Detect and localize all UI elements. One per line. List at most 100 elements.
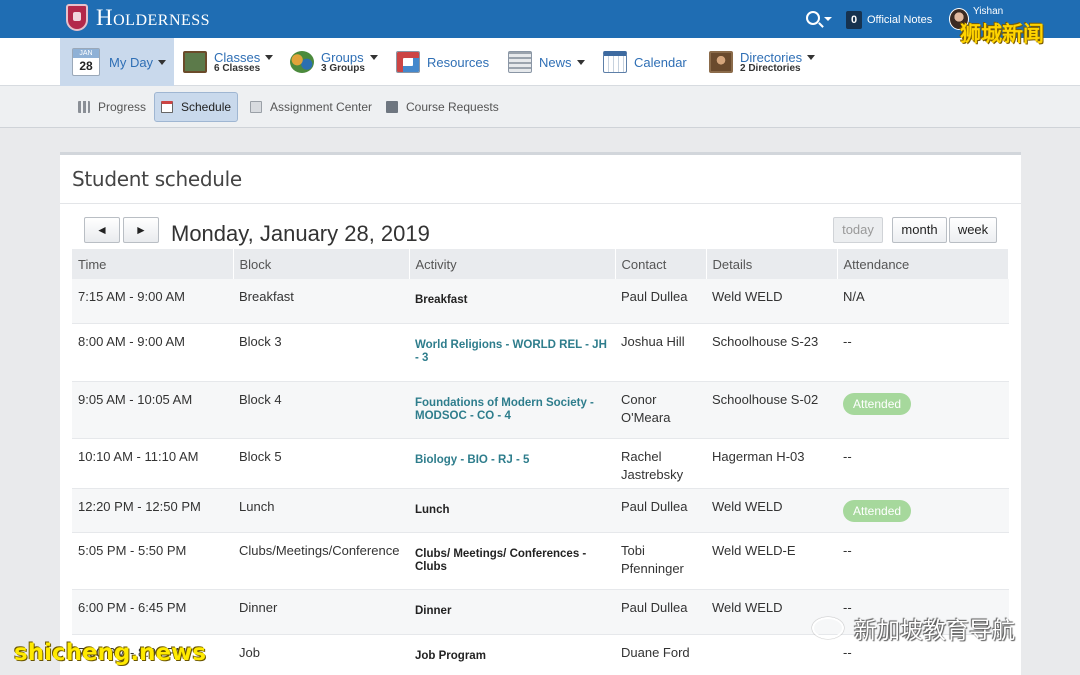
subnav-assignment-center[interactable]: Assignment Center (250, 92, 372, 122)
table-row: 5:05 PM - 5:50 PM Clubs/Meetings/Confere… (72, 532, 1009, 590)
activity-link[interactable]: Foundations of Modern Society - MODSOC -… (415, 397, 609, 423)
cell-activity: Lunch (409, 488, 615, 533)
column-header-time[interactable]: Time (72, 249, 234, 279)
cell-attendance: -- (837, 532, 1009, 590)
cell-contact: Paul Dullea (615, 279, 706, 324)
nav-label: Calendar (634, 54, 687, 70)
table-row: 9:05 AM - 10:05 AM Block 4 Foundations o… (72, 381, 1009, 439)
today-button[interactable]: today (833, 217, 883, 243)
assignment-icon (250, 101, 262, 113)
cell-attendance: Attended (837, 381, 1009, 439)
cell-time: 5:05 PM - 5:50 PM (72, 532, 233, 590)
subnav-label: Schedule (181, 100, 232, 114)
cell-activity: Clubs/ Meetings/ Conferences - Clubs (409, 532, 615, 590)
cell-time: 9:05 AM - 10:05 AM (72, 381, 233, 439)
nav-label: Groups (321, 49, 364, 65)
activity-label: Clubs/ Meetings/ Conferences - Clubs (415, 547, 587, 573)
official-notes-link[interactable]: Official Notes (867, 14, 932, 26)
activity-link[interactable]: Biology - BIO - RJ - 5 (415, 454, 609, 467)
previous-day-button[interactable]: ◄ (84, 217, 120, 243)
table-row: 12:20 PM - 12:50 PM Lunch Lunch Paul Dul… (72, 488, 1009, 533)
cell-contact: Joshua Hill (615, 323, 706, 382)
column-header-block[interactable]: Block (233, 249, 410, 279)
sub-nav: Progress Schedule Assignment Center Cour… (0, 86, 1080, 128)
chevron-down-icon[interactable] (824, 17, 832, 21)
search-icon[interactable] (806, 11, 820, 25)
watermark-text: 新加坡教育导航 (854, 618, 1015, 644)
calendar-day: 28 (79, 59, 93, 73)
username[interactable]: Yishan (973, 6, 1003, 17)
cell-contact: Conor O'Meara (615, 381, 706, 439)
next-day-button[interactable]: ► (123, 217, 159, 243)
status-badge: Attended (843, 392, 912, 415)
calendar-date-icon: JAN 28 (72, 48, 100, 76)
cell-details: Weld WELD (706, 279, 837, 324)
cell-activity: Biology - BIO - RJ - 5 (409, 438, 615, 489)
cell-activity: Job Program (409, 634, 615, 675)
nav-news[interactable]: News (508, 38, 585, 86)
table-row: 10:10 AM - 11:10 AM Block 5 Biology - BI… (72, 438, 1009, 489)
nav-resources[interactable]: Resources (396, 38, 489, 86)
cell-block: Lunch (233, 488, 409, 533)
cell-time: 6:00 PM - 6:45 PM (72, 589, 233, 635)
cell-details: Weld WELD (706, 488, 837, 533)
groups-icon (290, 51, 314, 73)
cell-contact: Paul Dullea (615, 589, 706, 635)
cell-activity: World Religions - WORLD REL - JH - 3 (409, 323, 615, 382)
column-header-activity[interactable]: Activity (409, 249, 616, 279)
column-header-details[interactable]: Details (706, 249, 838, 279)
nav-directories[interactable]: Directories 2 Directories (709, 38, 816, 86)
cell-details: Schoolhouse S-02 (706, 381, 837, 439)
nav-label: Resources (427, 54, 490, 70)
crest-icon (66, 4, 88, 31)
column-header-attendance[interactable]: Attendance (837, 249, 1009, 279)
cell-block: Block 3 (233, 323, 409, 382)
nav-label: News (539, 54, 572, 70)
cell-contact: Duane Ford (615, 634, 706, 675)
school-logo[interactable]: Holderness (66, 4, 210, 31)
main-nav: JAN 28 My Day Classes 6 Classes Groups 3… (0, 38, 1080, 86)
column-header-contact[interactable]: Contact (615, 249, 707, 279)
watermark-top-right: 狮城新闻 (960, 22, 1044, 46)
cell-activity: Dinner (409, 589, 615, 635)
cell-block: Breakfast (233, 279, 409, 324)
cell-time: 12:20 PM - 12:50 PM (72, 488, 233, 533)
activity-link[interactable]: World Religions - WORLD REL - JH - 3 (415, 339, 609, 365)
notes-count-badge[interactable]: 0 (846, 11, 862, 29)
chevron-down-icon (807, 54, 816, 60)
nav-count: 2 Directories (740, 62, 801, 74)
subnav-course-requests[interactable]: Course Requests (386, 92, 499, 122)
subnav-label: Course Requests (406, 100, 499, 114)
nav-groups[interactable]: Groups 3 Groups (290, 38, 378, 86)
nav-classes[interactable]: Classes 6 Classes (183, 38, 274, 86)
nav-my-day[interactable]: JAN 28 My Day (60, 38, 174, 86)
watermark-bottom-right: 新加坡教育导航 (812, 611, 1015, 645)
nav-label: My Day (109, 54, 154, 70)
watermark-bottom-left: shicheng.news (14, 640, 207, 666)
subnav-label: Progress (98, 100, 147, 114)
subnav-schedule[interactable]: Schedule (154, 92, 239, 122)
nav-label: Directories (740, 49, 803, 65)
week-view-button[interactable]: week (949, 217, 997, 243)
cell-activity: Breakfast (409, 279, 615, 324)
cell-time: 7:15 AM - 9:00 AM (72, 279, 233, 324)
directory-icon (709, 51, 733, 73)
activity-label: Breakfast (415, 294, 468, 306)
subnav-progress[interactable]: Progress (78, 92, 146, 122)
cell-attendance: -- (837, 438, 1009, 489)
resources-icon (396, 51, 420, 73)
chevron-down-icon (369, 54, 378, 60)
cell-attendance: Attended (837, 488, 1009, 533)
page-title: Student schedule (72, 167, 242, 191)
cell-contact: Paul Dullea (615, 488, 706, 533)
chalkboard-icon (183, 51, 207, 73)
table-row: 8:00 AM - 9:00 AM Block 3 World Religion… (72, 323, 1009, 382)
cell-block: Block 5 (233, 438, 409, 489)
calendar-icon (161, 101, 173, 113)
nav-count: 6 Classes (214, 62, 261, 74)
chevron-down-icon (576, 59, 585, 65)
activity-label: Dinner (415, 604, 452, 617)
month-view-button[interactable]: month (892, 217, 947, 243)
nav-calendar[interactable]: Calendar (603, 38, 687, 86)
activity-label: Job Program (415, 649, 486, 662)
